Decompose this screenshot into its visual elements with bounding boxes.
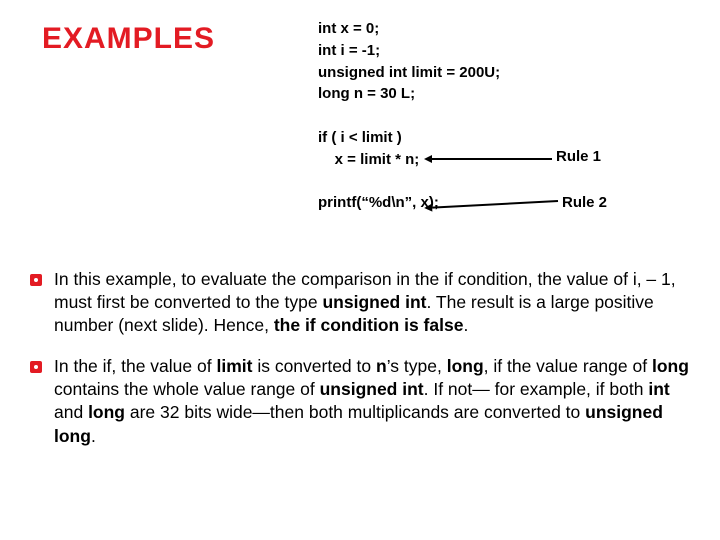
code-line: int x = 0; (318, 20, 379, 37)
code-line: unsigned int limit = 200U; (318, 64, 500, 81)
text-bold: limit (216, 356, 252, 376)
bullet-item: In this example, to evaluate the compari… (30, 268, 690, 337)
text-bold: long (447, 356, 484, 376)
code-line: int i = -1; (318, 42, 380, 59)
text: . (463, 315, 468, 335)
rule2-label: Rule 2 (562, 194, 607, 211)
body-text: In this example, to evaluate the compari… (30, 268, 690, 466)
text: , if the value range of (484, 356, 652, 376)
code-line: if ( i < limit ) (318, 129, 402, 146)
text: ’s type, (387, 356, 447, 376)
paragraph: In the if, the value of limit is convert… (54, 355, 690, 447)
text: contains the whole value range of (54, 379, 320, 399)
bullet-icon (30, 274, 42, 286)
arrow-rule1 (432, 158, 552, 160)
text: and (54, 402, 88, 422)
text-bold: the if condition is false (274, 315, 464, 335)
text: is converted to (252, 356, 376, 376)
text: In the if, the value of (54, 356, 216, 376)
text-bold: long (88, 402, 125, 422)
slide-title: EXAMPLES (42, 22, 215, 56)
bullet-icon (30, 361, 42, 373)
text-bold: unsigned int (320, 379, 424, 399)
text-bold: n (376, 356, 387, 376)
bullet-item: In the if, the value of limit is convert… (30, 355, 690, 447)
rule1-label: Rule 1 (556, 148, 601, 165)
code-line: x = limit * n; (318, 151, 419, 168)
code-line: long n = 30 L; (318, 85, 415, 102)
text: are 32 bits wide—then both multiplicands… (125, 402, 585, 422)
paragraph: In this example, to evaluate the compari… (54, 268, 690, 337)
text: . (91, 426, 96, 446)
code-line: printf(“%d\n”, x); (318, 194, 439, 211)
text: . If not— for example, if both (424, 379, 649, 399)
code-block: int x = 0; int i = -1; unsigned int limi… (318, 18, 500, 214)
text-bold: int (648, 379, 669, 399)
slide: EXAMPLES int x = 0; int i = -1; unsigned… (0, 0, 720, 540)
text-bold: long (652, 356, 689, 376)
text-bold: unsigned int (322, 292, 426, 312)
